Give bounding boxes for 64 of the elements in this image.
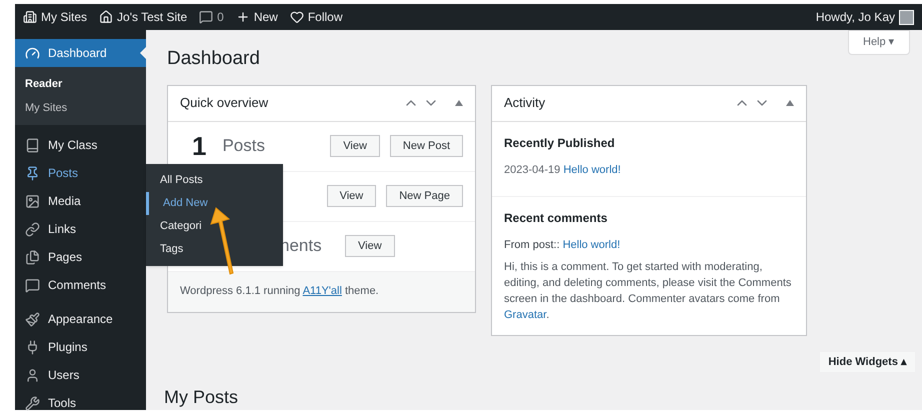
sidebar-item[interactable]: Tools — [15, 389, 146, 414]
sidebar-item[interactable]: Plugins — [15, 333, 146, 361]
comment-source: From post:: Hello world! — [504, 238, 622, 252]
pin-icon — [25, 166, 40, 180]
sidebar-item[interactable]: Appearance — [15, 305, 146, 333]
section-heading: Recent comments — [504, 210, 608, 226]
panel-title: Activity — [504, 94, 546, 112]
panel-button[interactable]: View — [330, 135, 380, 157]
submenu-item[interactable]: My Sites — [15, 96, 146, 120]
page-title: Dashboard — [167, 47, 261, 71]
plug-icon — [25, 340, 40, 354]
gauge-icon — [25, 46, 40, 60]
sidebar-item[interactable]: My Class — [15, 131, 146, 159]
theme-link[interactable]: A11Y'all — [302, 285, 342, 298]
heart-icon — [290, 10, 304, 24]
published-entry: 2023-04-19 Hello world! — [504, 162, 622, 178]
panel-button[interactable]: View — [326, 185, 376, 207]
sidebar-item[interactable]: Dashboard — [15, 39, 146, 67]
section-title: My Posts — [164, 386, 240, 408]
book-icon — [25, 138, 40, 152]
greeting-text[interactable]: Howdy, Jo Kay — [816, 8, 895, 26]
sidebar-item[interactable]: Posts — [15, 159, 146, 187]
count-number: 1 — [192, 130, 206, 162]
count-label: Posts — [222, 135, 265, 158]
top-bar-link[interactable]: My Sites — [23, 8, 88, 26]
paintbrush-icon — [25, 312, 40, 326]
flyout-item[interactable]: Categori — [146, 215, 283, 238]
flyout-item[interactable]: All Posts — [146, 169, 283, 192]
speech-bubble-icon — [199, 10, 214, 24]
gravatar-link[interactable]: Gravatar — [504, 309, 546, 321]
link-icon — [25, 222, 40, 236]
top-bar-link[interactable]: New — [236, 8, 278, 26]
submenu-item[interactable]: Reader — [15, 72, 146, 96]
sidebar-item[interactable]: Links — [15, 215, 146, 243]
sidebar-item[interactable]: Comments — [15, 271, 146, 299]
collapse-triangle-icon[interactable] — [455, 100, 463, 106]
wrench-icon — [25, 396, 40, 410]
pages-icon — [25, 250, 40, 264]
sidebar-item[interactable]: Users — [15, 361, 146, 389]
collapse-triangle-icon[interactable] — [786, 100, 794, 106]
plus-icon — [236, 10, 250, 24]
panel-button[interactable]: New Post — [390, 135, 463, 157]
user-icon — [25, 368, 40, 382]
flyout-item[interactable]: Tags — [146, 238, 283, 261]
hide-widgets-button[interactable]: Hide Widgets ▴ — [820, 352, 915, 372]
post-link[interactable]: Hello world! — [562, 238, 620, 250]
post-link[interactable]: Hello world! — [563, 164, 621, 176]
panel-title: Quick overview — [180, 94, 268, 112]
section-heading: Recently Published — [504, 134, 616, 152]
panel-button[interactable]: New Page — [386, 185, 463, 207]
top-bar-link[interactable]: Jo's Test Site — [99, 8, 188, 26]
top-bar-link[interactable]: Follow — [290, 8, 343, 26]
panel-button[interactable]: View — [345, 235, 395, 257]
version-text: Wordpress 6.1.1 running A11Y'all theme. — [180, 284, 379, 300]
image-icon — [25, 194, 40, 208]
help-button[interactable]: Help ▾ — [848, 30, 910, 55]
sidebar-item[interactable]: Media — [15, 187, 146, 215]
speech-bubble-icon — [25, 278, 40, 292]
avatar-block[interactable] — [899, 10, 914, 24]
top-bar-link[interactable]: 0 — [199, 8, 224, 26]
house-icon — [99, 10, 114, 24]
comment-text: Hi, this is a comment. To get started with moderating, editing, and deleting comments, please visit the Comments screen in the dashboard. Commenter avatars come from Gravatar. — [504, 260, 792, 323]
buildings-icon — [23, 10, 37, 24]
sidebar-item[interactable]: Pages — [15, 243, 146, 271]
